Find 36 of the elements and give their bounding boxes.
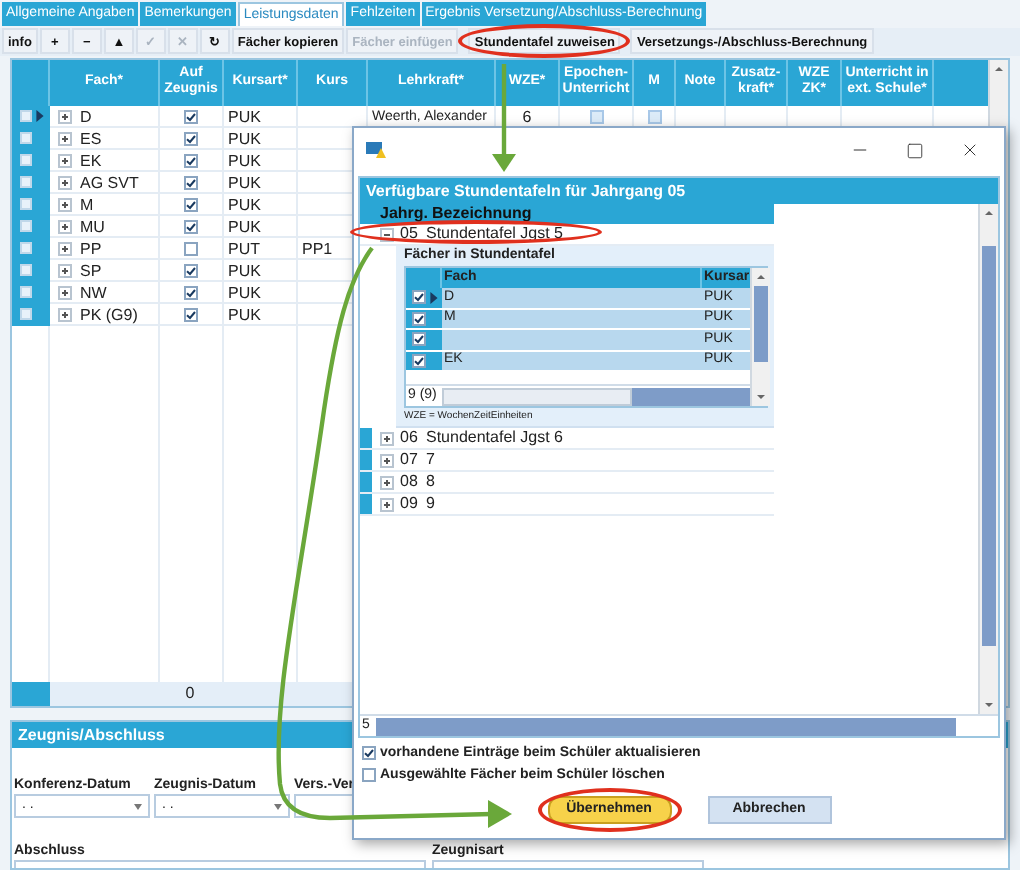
table-cell-text: 09: [400, 492, 420, 516]
table-cell: 7: [424, 448, 435, 472]
table-cell: PUK: [228, 195, 261, 214]
dialog-header: Verfügbare Stundentafeln für Jahrgang 05: [360, 178, 998, 204]
table-cell: PP1: [302, 239, 333, 258]
column-header[interactable]: Bezeichnung: [428, 204, 532, 224]
table-cell: AG SVT: [80, 171, 139, 194]
row-count: 0: [185, 684, 195, 702]
table-cell-text: 05: [400, 222, 420, 246]
table-cell: NW: [80, 281, 107, 304]
column-header[interactable]: Jahrg.: [376, 204, 429, 224]
table-cell-text: 08: [400, 470, 420, 494]
table-cell: MU: [80, 215, 105, 238]
table-cell: PK (G9): [80, 303, 138, 326]
table-cell: PUK: [228, 261, 261, 280]
table-cell: M: [80, 193, 94, 216]
table-cell: PUK: [228, 107, 261, 126]
table-cell-text: 07: [400, 448, 420, 472]
table-cell: PUK: [228, 217, 261, 236]
table-cell: PUK: [228, 151, 261, 170]
table-cell: PUK: [228, 305, 261, 324]
table-cell: EK: [80, 149, 102, 172]
table-cell: PUK: [228, 283, 261, 302]
table-cell: 9: [424, 492, 435, 516]
table-cell: PUT: [228, 239, 260, 258]
table-cell: PP: [80, 237, 102, 260]
table-cell: 8: [424, 470, 435, 494]
table-cell: SP: [80, 259, 102, 282]
table-cell: D: [80, 105, 92, 128]
table-cell-text: 06: [400, 426, 420, 450]
table-cell: ES: [80, 127, 102, 150]
table-cell: Stundentafel Jgst 6: [424, 426, 563, 450]
table-cell: PUK: [228, 173, 261, 192]
table-cell: Stundentafel Jgst 5: [424, 222, 563, 246]
table-cell: PUK: [228, 129, 261, 148]
table-cell: 6: [522, 107, 532, 126]
